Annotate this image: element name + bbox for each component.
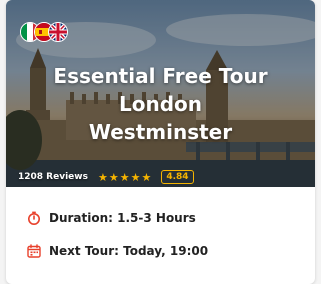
reviews-count[interactable]: 1208 Reviews: [18, 172, 88, 182]
star-icon: ★: [130, 170, 141, 184]
duration-text: Duration: 1.5-3 Hours: [49, 211, 196, 225]
tour-hero-image[interactable]: Essential Free Tour London Westminster 1…: [6, 0, 315, 187]
rating-score-badge: 4.84: [161, 170, 194, 184]
star-icon: ★: [108, 170, 119, 184]
stopwatch-icon: [28, 211, 40, 225]
tour-title[interactable]: Essential Free Tour London Westminster: [46, 62, 275, 146]
next-tour-text: Next Tour: Today, 19:00: [49, 244, 209, 258]
rating-row: 1208 Reviews ★ ★ ★ ★ ★ 4.84: [18, 168, 194, 186]
star-half-icon: ★: [141, 170, 152, 184]
language-flags: [20, 22, 80, 44]
calendar-icon: [27, 244, 41, 258]
tour-card[interactable]: Essential Free Tour London Westminster 1…: [6, 0, 315, 284]
uk-flag-icon: [48, 22, 68, 42]
tour-title-line: Essential Free Tour: [53, 64, 268, 88]
star-icon: ★: [97, 170, 108, 184]
star-icon: ★: [119, 170, 130, 184]
next-tour-row: Next Tour: Today, 19:00: [27, 244, 208, 258]
duration-row: Duration: 1.5-3 Hours: [27, 211, 196, 225]
tour-title-line: Westminster: [88, 120, 233, 144]
star-rating: ★ ★ ★ ★ ★: [98, 172, 151, 183]
tour-title-line: London: [118, 92, 203, 116]
